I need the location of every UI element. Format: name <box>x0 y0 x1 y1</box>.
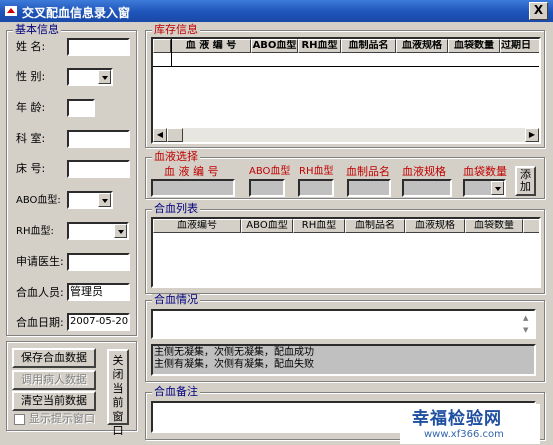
match-result-legend: 合血情况 <box>152 293 200 306</box>
title-bar: 交叉配血信息录入窗 X <box>0 0 553 22</box>
close-window-button[interactable]: 关闭当前窗口 <box>107 349 129 437</box>
operator-label: 合血人员: <box>16 286 64 299</box>
rh-select[interactable] <box>67 222 129 240</box>
name-input[interactable] <box>67 38 130 56</box>
match-col-header[interactable]: RH血型 <box>293 219 345 233</box>
chevron-down-icon[interactable] <box>98 70 111 84</box>
checkbox-box[interactable] <box>14 414 25 425</box>
doctor-label: 申请医生: <box>16 255 64 268</box>
watermark-url: www.xf366.com <box>424 429 504 440</box>
save-button[interactable]: 保存合血数据 <box>12 348 96 368</box>
basic-info-legend: 基本信息 <box>13 23 61 36</box>
add-button-label: 添加 <box>520 168 531 193</box>
chevron-down-icon[interactable] <box>114 224 127 238</box>
match-col-header[interactable]: 血液编号 <box>153 219 241 233</box>
dept-input[interactable] <box>67 130 130 148</box>
stock-row-indicator <box>153 39 171 53</box>
stock-col-header[interactable]: 血制品名 <box>341 39 396 53</box>
match-col-header[interactable]: ABO血型 <box>241 219 293 233</box>
dept-label: 科 室: <box>16 132 46 145</box>
match-result-options[interactable]: 主侧无凝集，次侧无凝集，配血成功 主侧有凝集，次侧有凝集，配血失败 <box>151 344 536 376</box>
watermark-title: 幸福检验网 <box>412 409 502 429</box>
age-input[interactable] <box>67 99 95 117</box>
scroll-right-icon[interactable]: ▶ <box>525 128 539 142</box>
match-option[interactable]: 主侧有凝集，次侧有凝集，配血失败 <box>154 359 534 371</box>
select-label-rh: RH血型 <box>299 166 334 177</box>
scroll-left-icon[interactable]: ◀ <box>153 128 167 142</box>
scroll-down-icon[interactable]: ▼ <box>523 323 528 337</box>
site-watermark: 幸福检验网 www.xf366.com <box>400 404 540 444</box>
bed-label: 床 号: <box>16 162 46 175</box>
window-title: 交叉配血信息录入窗 <box>22 6 131 20</box>
match-result-input[interactable]: ▲ ▼ <box>151 309 536 339</box>
match-list-grid[interactable]: 血液编号 ABO血型 RH血型 血制品名 血液规格 血袋数量 <box>151 217 541 288</box>
show-tip-label: 显示提示窗口 <box>29 412 95 425</box>
stock-col-header[interactable]: 血液规格 <box>396 39 448 53</box>
match-list-legend: 合血列表 <box>152 202 200 215</box>
bed-input[interactable] <box>67 160 130 178</box>
notes-legend: 合血备注 <box>152 385 200 398</box>
chevron-down-icon[interactable] <box>98 193 111 207</box>
select-abo-field <box>249 179 285 197</box>
add-button[interactable]: 添加 <box>515 166 536 196</box>
select-label-abo: ABO血型 <box>249 166 291 177</box>
match-col-header[interactable]: 血液规格 <box>405 219 465 233</box>
date-label: 合血日期: <box>16 316 64 329</box>
match-col-header[interactable]: 血制品名 <box>345 219 405 233</box>
match-col-filler <box>523 219 539 233</box>
stock-grid-line <box>171 39 172 67</box>
stock-empty-row <box>153 66 539 67</box>
stock-grid[interactable]: 血 液 编 号 ABO血型 RH血型 血制品名 血液规格 血袋数量 过期日 ◀ … <box>151 37 541 144</box>
sex-select[interactable] <box>67 68 113 86</box>
match-list-header: 血液编号 ABO血型 RH血型 血制品名 血液规格 血袋数量 <box>153 219 539 233</box>
rh-label: RH血型: <box>16 226 54 237</box>
load-patient-button[interactable]: 调用病人数据 <box>12 370 96 390</box>
select-label-count: 血袋数量 <box>463 165 507 178</box>
abo-label: ABO血型: <box>16 195 61 206</box>
stock-hscroll[interactable]: ◀ ▶ <box>153 128 539 142</box>
select-label-product: 血制品名 <box>346 165 390 178</box>
app-icon <box>5 6 17 16</box>
select-id-field <box>151 179 235 197</box>
match-result-vscroll[interactable]: ▲ ▼ <box>521 311 534 337</box>
name-label: 姓 名: <box>16 40 46 53</box>
select-label-spec: 血液规格 <box>402 165 446 178</box>
select-count-dropdown[interactable] <box>463 179 506 197</box>
chevron-down-icon[interactable] <box>491 181 504 195</box>
select-label-id: 血 液 编 号 <box>164 165 219 178</box>
stock-col-header[interactable]: RH血型 <box>298 39 341 53</box>
stock-info-legend: 库存信息 <box>152 23 200 36</box>
sex-label: 性 别: <box>16 70 46 83</box>
match-col-header[interactable]: 血袋数量 <box>465 219 523 233</box>
date-input[interactable]: 2007-05-20 <box>67 313 130 331</box>
close-button[interactable]: X <box>529 2 548 20</box>
clear-button[interactable]: 清空当前数据 <box>12 391 96 411</box>
show-tip-checkbox[interactable]: 显示提示窗口 <box>14 412 104 427</box>
select-rh-field <box>298 179 334 197</box>
age-label: 年 龄: <box>16 101 46 114</box>
abo-select[interactable] <box>67 191 113 209</box>
stock-col-header[interactable]: 血袋数量 <box>448 39 500 53</box>
doctor-input[interactable] <box>67 253 130 271</box>
close-window-label: 关闭当前窗口 <box>112 354 124 437</box>
stock-grid-header: 血 液 编 号 ABO血型 RH血型 血制品名 血液规格 血袋数量 过期日 <box>153 39 539 53</box>
match-option[interactable]: 主侧无凝集，次侧无凝集，配血成功 <box>154 347 534 359</box>
scroll-thumb[interactable] <box>167 128 183 142</box>
select-product-field <box>347 179 391 197</box>
blood-select-legend: 血液选择 <box>152 150 200 163</box>
stock-col-header[interactable]: 过期日 <box>500 39 539 53</box>
stock-col-header[interactable]: ABO血型 <box>251 39 298 53</box>
select-spec-field <box>402 179 452 197</box>
stock-col-header[interactable]: 血 液 编 号 <box>171 39 251 53</box>
operator-input[interactable]: 管理员 <box>67 283 130 301</box>
